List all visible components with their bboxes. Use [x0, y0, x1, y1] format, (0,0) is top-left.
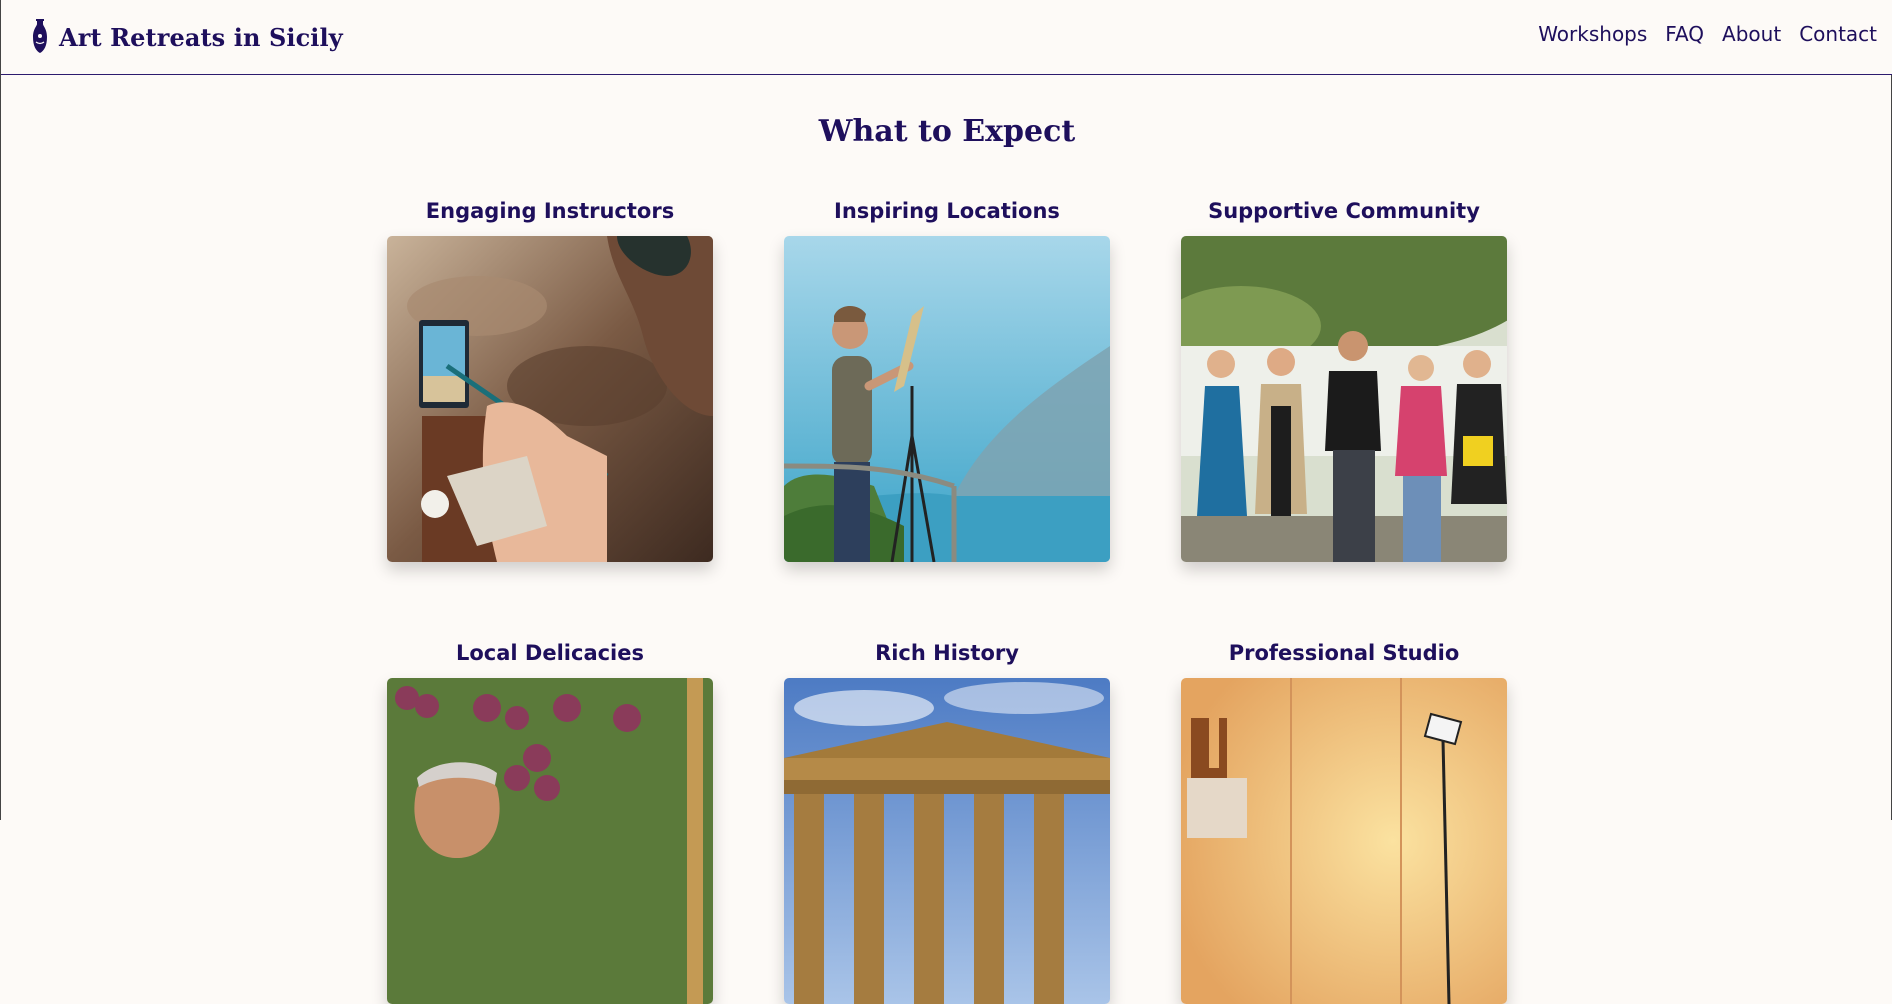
- nav-faq-link[interactable]: FAQ: [1665, 22, 1704, 46]
- feature-card: Supportive Community: [1181, 196, 1507, 562]
- feature-card: Local Delicacies: [387, 638, 713, 1004]
- card-image: [784, 236, 1110, 562]
- nav-about-link[interactable]: About: [1722, 22, 1781, 46]
- card-title: Supportive Community: [1208, 199, 1480, 223]
- nav-workshops-link[interactable]: Workshops: [1538, 22, 1647, 46]
- card-title: Engaging Instructors: [425, 199, 675, 223]
- vase-icon: [33, 19, 47, 53]
- site-header: Art Retreats in Sicily Workshops FAQ Abo…: [1, 0, 1892, 75]
- brand-name: Art Retreats in Sicily: [59, 22, 343, 52]
- card-image: [1181, 678, 1507, 1004]
- card-image: [784, 678, 1110, 1004]
- brand-logo-link[interactable]: Art Retreats in Sicily: [31, 18, 343, 56]
- card-image: [387, 678, 713, 1004]
- card-title: Professional Studio: [1228, 641, 1460, 665]
- card-title: Inspiring Locations: [834, 199, 1060, 223]
- feature-card: Inspiring Locations: [784, 196, 1110, 562]
- nav-contact-link[interactable]: Contact: [1799, 22, 1877, 46]
- feature-card: Rich History: [784, 638, 1110, 1004]
- card-title: Rich History: [875, 641, 1019, 665]
- section-title: What to Expect: [818, 114, 1076, 149]
- card-image: [1181, 236, 1507, 562]
- feature-card: Engaging Instructors: [387, 196, 713, 562]
- feature-card: Professional Studio: [1181, 638, 1507, 1004]
- card-image: [387, 236, 713, 562]
- main-nav: Workshops FAQ About Contact: [1520, 22, 1877, 46]
- card-title: Local Delicacies: [455, 641, 644, 665]
